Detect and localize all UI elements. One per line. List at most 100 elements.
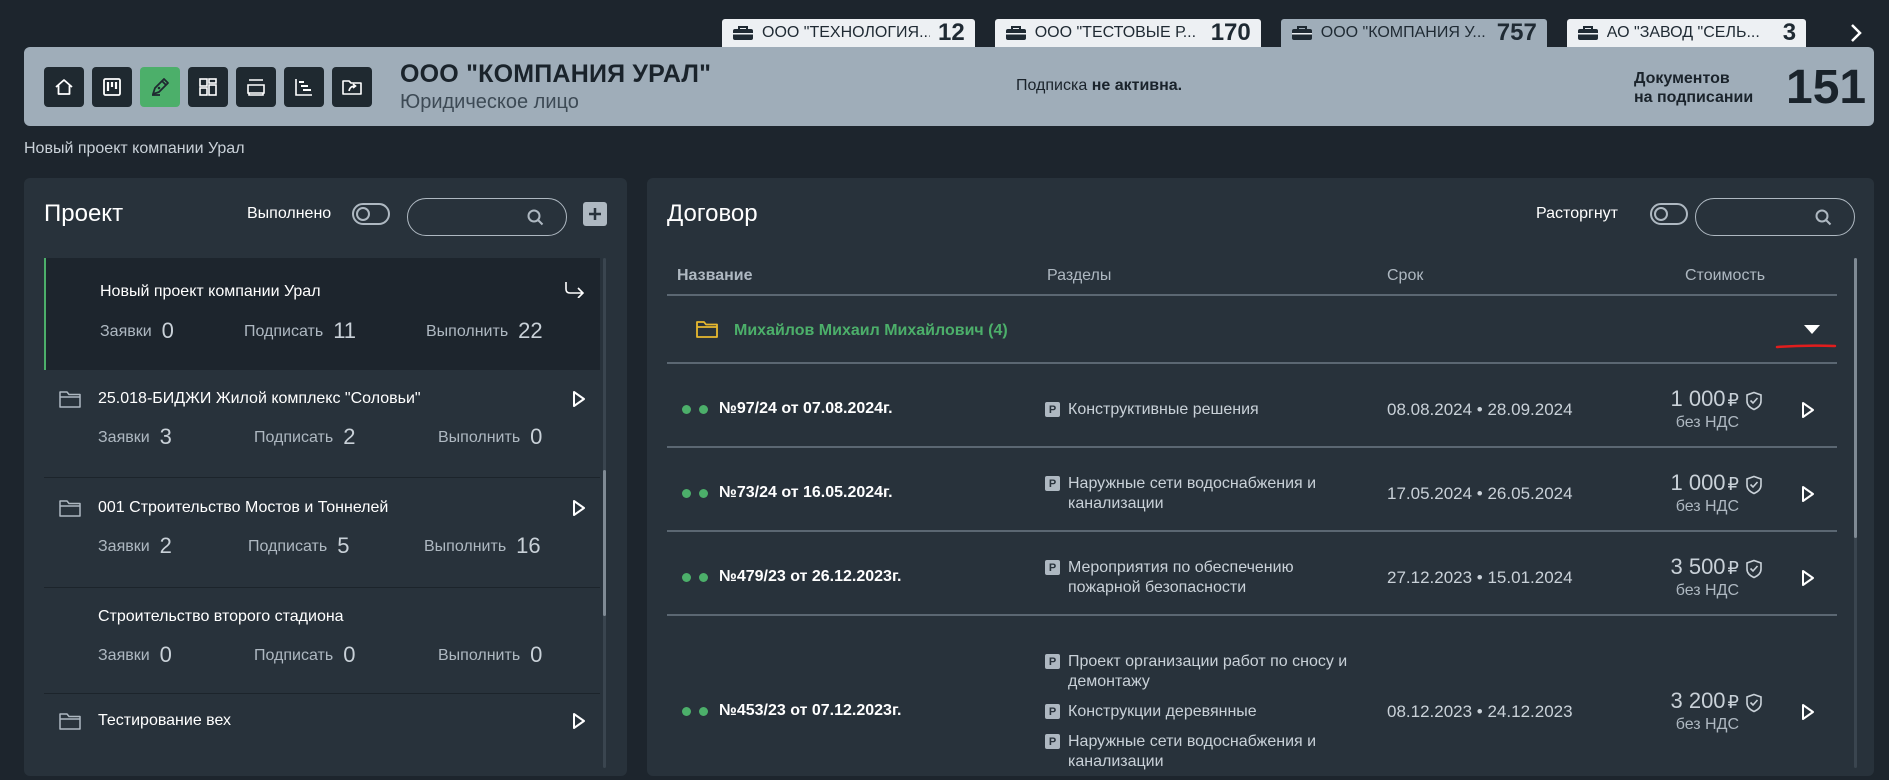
guarantee-badge[interactable]	[1745, 559, 1763, 584]
open-contract-button[interactable]	[1801, 401, 1815, 424]
contract-number[interactable]: №73/24 от 16.05.2024г.	[719, 484, 893, 502]
project-stat[interactable]: Подписать 2	[254, 424, 355, 450]
search-icon[interactable]	[1815, 209, 1832, 226]
project-stat[interactable]: Выполнить 0	[438, 642, 542, 668]
project-item[interactable]: Строительство второго стадиона Заявки 0 Под…	[44, 588, 600, 694]
dashboard-button[interactable]	[188, 66, 228, 107]
project-stat[interactable]: Подписать 0	[254, 642, 355, 668]
search-icon[interactable]	[527, 209, 544, 226]
project-item[interactable]: Тестирование вех	[44, 694, 600, 768]
gantt-button[interactable]	[284, 66, 324, 107]
contract-group-name[interactable]: Михайлов Михаил Михайлович (4)	[734, 322, 1008, 340]
column-header-name[interactable]: Название	[677, 267, 753, 285]
price-amount: 3 500	[1670, 554, 1726, 579]
contract-section: P Конструкции деревянные	[1045, 702, 1345, 722]
company-tab-count: 170	[1210, 19, 1251, 46]
docs-label-line2: на подписании	[1634, 89, 1754, 106]
docs-pending-label: Документов на подписании	[1634, 69, 1753, 107]
terminated-toggle-label: Расторгнут	[1536, 205, 1618, 222]
contract-row[interactable]: №453/23 от 07.12.2023г. P Проект организац…	[667, 620, 1837, 775]
open-project-button[interactable]	[572, 712, 586, 735]
project-stat[interactable]: Выполнить 0	[438, 424, 542, 450]
contract-number[interactable]: №479/23 от 26.12.2023г.	[719, 568, 901, 586]
tabs-next-button[interactable]	[1842, 19, 1870, 47]
home-icon	[55, 78, 73, 95]
project-stat-label: Выполнить	[438, 429, 521, 446]
project-item[interactable]: Новый проект компании Урал Заявки 0 Подписа…	[44, 258, 600, 370]
terminated-toggle[interactable]	[1650, 203, 1688, 225]
contract-number[interactable]: №97/24 от 07.08.2024г.	[719, 400, 893, 418]
contract-row[interactable]: №73/24 от 16.05.2024г. P Наружные сети вод…	[667, 452, 1837, 536]
contract-row[interactable]: №97/24 от 07.08.2024г. P Конструктивные ре…	[667, 368, 1837, 452]
open-project-button[interactable]	[572, 390, 586, 413]
column-header-cost[interactable]: Стоимость	[1685, 267, 1765, 285]
home-button[interactable]	[44, 66, 84, 107]
open-contract-button[interactable]	[1801, 569, 1815, 592]
section-badge: P	[1045, 402, 1060, 417]
section-name: Конструктивные решения	[1068, 401, 1259, 418]
completed-toggle[interactable]	[352, 203, 390, 225]
currency-symbol: ₽	[1727, 692, 1739, 712]
briefcase-icon	[733, 26, 753, 40]
play-icon	[573, 391, 585, 407]
project-stat[interactable]: Выполнить 16	[424, 533, 541, 559]
company-tab-count: 757	[1496, 19, 1537, 46]
kanban-button[interactable]	[92, 66, 132, 107]
contracts-title: Договор	[667, 200, 758, 227]
shield-check-icon	[1746, 391, 1762, 411]
guarantee-badge[interactable]	[1745, 391, 1763, 416]
project-item[interactable]: 25.018-БИДЖИ Жилой комплекс "Соловьи" Зая…	[44, 370, 600, 478]
project-stat-value: 11	[333, 318, 357, 343]
contract-section: P Проект организации работ по сносу и дем…	[1045, 652, 1347, 692]
open-contract-button[interactable]	[1801, 703, 1815, 726]
project-item[interactable]: 001 Строительство Мостов и Тоннелей Заявк…	[44, 478, 600, 588]
folder-share-button[interactable]	[332, 66, 372, 107]
briefcase-icon	[1005, 26, 1026, 40]
project-stat[interactable]: Заявки 2	[98, 533, 172, 559]
column-header-term[interactable]: Срок	[1387, 267, 1423, 285]
contract-row[interactable]: №479/23 от 26.12.2023г. P Мероприятия по о…	[667, 536, 1837, 620]
pen-button[interactable]	[140, 66, 180, 107]
projects-search-input[interactable]	[422, 207, 522, 227]
contract-number[interactable]: №453/23 от 07.12.2023г.	[719, 702, 901, 720]
add-project-button[interactable]	[583, 202, 607, 226]
layers-button[interactable]	[236, 66, 276, 107]
company-tab[interactable]: ООО "КОМПАНИЯ У... 757	[1280, 19, 1547, 47]
play-icon	[1802, 486, 1814, 502]
project-stat-label: Заявки	[98, 429, 150, 446]
project-stat[interactable]: Заявки 3	[98, 424, 172, 450]
projects-scrollbar-thumb[interactable]	[603, 470, 606, 616]
project-name: Тестирование вех	[98, 712, 232, 729]
project-stat-label: Выполнить	[426, 323, 509, 340]
open-contract-button[interactable]	[1801, 485, 1815, 508]
go-to-project-button[interactable]	[564, 280, 586, 303]
project-name: Новый проект компании Урал	[100, 283, 321, 300]
open-project-button[interactable]	[572, 499, 586, 522]
contract-term: 08.08.2024 • 28.09.2024	[1387, 400, 1573, 419]
section-name: Мероприятия по обеспечению пожарной безо…	[1068, 559, 1294, 596]
project-stat[interactable]: Подписать 5	[248, 533, 349, 559]
layers-icon	[247, 78, 265, 96]
kanban-icon	[103, 77, 121, 96]
contracts-scrollbar-thumb[interactable]	[1854, 258, 1857, 538]
contract-section: P Наружные сети водоснабжения и канализац…	[1045, 474, 1345, 514]
company-tab[interactable]: ООО "ТЕСТОВЫЕ Р... 170	[994, 19, 1261, 47]
breadcrumb[interactable]: Новый проект компании Урал	[24, 140, 245, 158]
project-stat[interactable]: Заявки 0	[100, 318, 174, 344]
company-tab[interactable]: АО "ЗАВОД "СЕЛЬ... 3	[1566, 19, 1807, 47]
project-stat[interactable]: Заявки 0	[98, 642, 172, 668]
guarantee-badge[interactable]	[1745, 693, 1763, 718]
briefcase-icon	[1577, 26, 1598, 40]
docs-pending-count[interactable]: 151	[1786, 60, 1866, 115]
folder-icon	[696, 321, 718, 338]
projects-list: Новый проект компании Урал Заявки 0 Подписа…	[44, 258, 601, 768]
project-stat[interactable]: Выполнить 22	[426, 318, 543, 344]
contracts-search-input[interactable]	[1710, 207, 1810, 227]
column-header-sections[interactable]: Разделы	[1047, 267, 1111, 285]
guarantee-badge[interactable]	[1745, 475, 1763, 500]
row-divider	[667, 362, 1837, 364]
company-tab[interactable]: ООО "ТЕХНОЛОГИЯ... 12	[722, 19, 975, 47]
subscription-value: не активна.	[1091, 77, 1183, 94]
project-stat[interactable]: Подписать 11	[244, 318, 356, 344]
caret-down-icon[interactable]	[1802, 324, 1822, 336]
